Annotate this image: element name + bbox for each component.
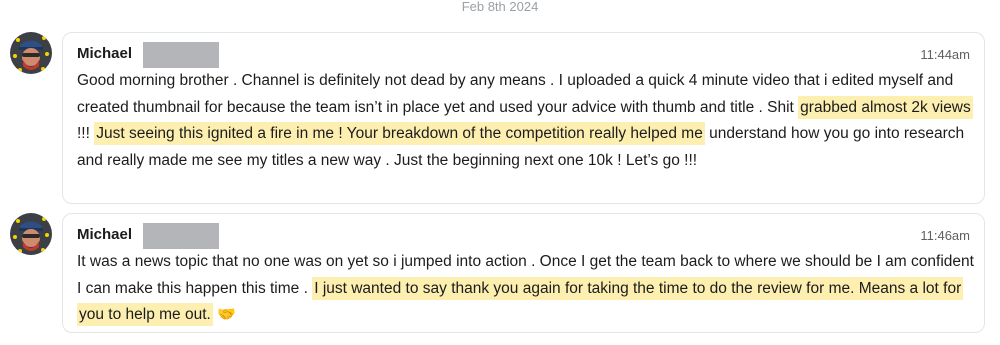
message-timestamp[interactable]: 11:44am xyxy=(920,46,970,64)
message-bubble[interactable]: Michael 11:44am Good morning brother . C… xyxy=(62,32,985,204)
avatar-image xyxy=(10,32,52,74)
sender-name[interactable]: Michael xyxy=(77,44,132,64)
message-text-part: !!! xyxy=(77,125,95,142)
message-row: Michael 11:44am Good morning brother . C… xyxy=(0,32,1000,204)
avatar[interactable] xyxy=(10,32,52,74)
date-separator: Feb 8th 2024 xyxy=(461,0,539,14)
avatar-image xyxy=(10,213,52,255)
message-timestamp[interactable]: 11:46am xyxy=(920,227,970,245)
redaction-block xyxy=(143,223,219,249)
highlighted-text: grabbed almost 2k views xyxy=(798,95,973,119)
redaction-block xyxy=(143,42,219,68)
avatar[interactable] xyxy=(10,213,52,255)
message-row: Michael 11:46am It was a news topic that… xyxy=(0,213,1000,333)
highlighted-text: Just seeing this ignited a fire in me ! … xyxy=(94,122,705,145)
message-text: It was a news topic that no one was on y… xyxy=(77,249,977,329)
handshake-emoji-icon: 🤝 xyxy=(217,306,236,323)
message-bubble[interactable]: Michael 11:46am It was a news topic that… xyxy=(62,213,985,333)
sender-name[interactable]: Michael xyxy=(77,225,132,245)
message-text: Good morning brother . Channel is defini… xyxy=(77,68,977,174)
